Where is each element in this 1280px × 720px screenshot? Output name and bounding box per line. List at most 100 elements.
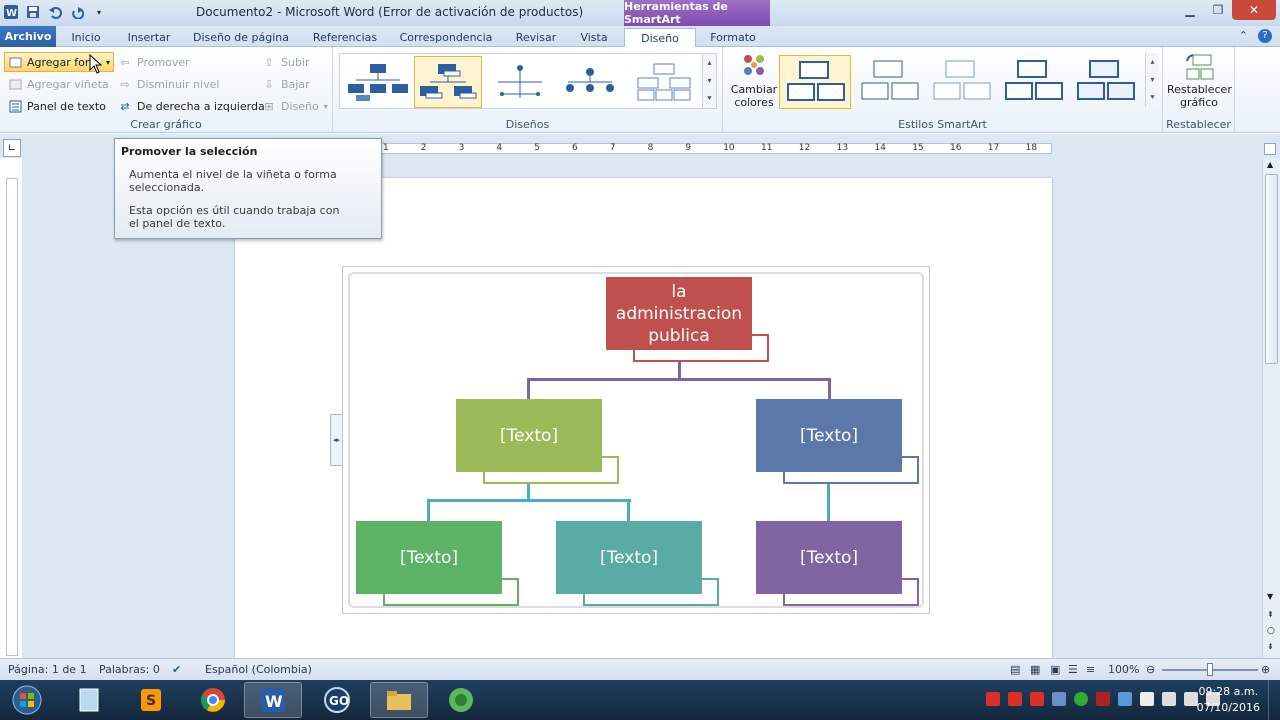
taskbar-explorer-app[interactable]	[370, 682, 428, 718]
taskbar-recorder-app[interactable]: GO	[308, 682, 366, 718]
chevron-up-icon[interactable]: ▴	[1150, 57, 1154, 66]
draft-view-icon[interactable]: ≡	[1086, 663, 1095, 676]
tab-view[interactable]: Vista	[574, 28, 614, 47]
zoom-level[interactable]: 100%	[1108, 663, 1139, 676]
flag-icon[interactable]	[1140, 692, 1154, 706]
vertical-scrollbar[interactable]: ▲ ▼ ⇞ ○ ⇟	[1262, 158, 1280, 658]
tab-references[interactable]: Referencias	[308, 28, 382, 47]
taskbar-camtasia-app[interactable]	[432, 682, 490, 718]
network-icon[interactable]	[1052, 692, 1066, 706]
text-pane-button[interactable]: Panel de texto	[8, 96, 106, 116]
outline-view-icon[interactable]: ☰	[1068, 663, 1078, 676]
tab-review[interactable]: Revisar	[510, 28, 562, 47]
vertical-ruler[interactable]	[6, 178, 18, 656]
taskbar-notes-app[interactable]	[60, 682, 118, 718]
print-layout-view-icon[interactable]: ▤	[1010, 663, 1020, 676]
chevron-down-icon[interactable]: ▾	[1150, 75, 1154, 84]
device-icon[interactable]	[1118, 692, 1132, 706]
word-count[interactable]: Palabras: 0	[99, 663, 160, 676]
styles-gallery-scroll[interactable]: ▴ ▾ ⯆	[1145, 53, 1159, 107]
browse-object-icon[interactable]: ○	[1267, 626, 1275, 636]
acrobat-icon[interactable]	[986, 692, 1000, 706]
smartart-node[interactable]: [Texto]	[456, 399, 602, 472]
taskbar-chrome-app[interactable]	[184, 682, 242, 718]
tab-page-layout[interactable]: Diseño de página	[190, 28, 292, 47]
tab-mailings[interactable]: Correspondencia	[396, 28, 496, 47]
tab-format[interactable]: Formato	[700, 28, 766, 47]
add-bullet-button[interactable]: Agregar viñeta	[8, 74, 109, 94]
smartart-node[interactable]: [Texto]	[356, 521, 502, 594]
taskbar-clock[interactable]: 09:28 a.m. 07/10/2016	[1197, 684, 1260, 716]
zoom-slider-thumb[interactable]	[1207, 663, 1213, 676]
style-option-subtle[interactable]	[925, 55, 997, 107]
tab-home[interactable]: Inicio	[64, 28, 108, 47]
more-options-icon[interactable]: ⯆	[1149, 93, 1155, 103]
layout-option-table-hierarchy[interactable]	[630, 56, 698, 108]
smartart-node[interactable]: [Texto]	[556, 521, 702, 594]
chevron-down-icon[interactable]: ▾	[707, 76, 711, 85]
redo-icon[interactable]	[68, 3, 86, 21]
demote-button[interactable]: ⇨ Disminuir nivel	[118, 74, 219, 94]
style-option-intense[interactable]	[1069, 55, 1141, 107]
more-options-icon[interactable]: ⯆	[706, 94, 712, 104]
tools-icon[interactable]	[1008, 692, 1022, 706]
style-option-moderate[interactable]	[997, 55, 1069, 107]
move-down-button[interactable]: ⇩ Bajar	[262, 74, 309, 94]
chevron-up-icon[interactable]: ▴	[707, 58, 711, 67]
right-to-left-button[interactable]: ⇄ De derecha a izquierda	[118, 96, 264, 116]
layout-option-org-chart[interactable]	[344, 56, 412, 108]
move-up-button[interactable]: ⇧ Subir	[262, 52, 309, 72]
close-icon[interactable]: ✕	[1232, 0, 1276, 20]
reset-graphic-icon	[1186, 54, 1214, 80]
layout-option-name-title-org[interactable]	[414, 56, 482, 108]
previous-page-icon[interactable]: ⇞	[1267, 610, 1274, 619]
smartart-node[interactable]: [Texto]	[756, 521, 902, 594]
security-icon[interactable]	[1096, 692, 1110, 706]
promote-button[interactable]: ⇦ Promover	[118, 52, 189, 72]
scroll-down-icon[interactable]: ▼	[1267, 592, 1273, 601]
help-icon[interactable]: ?	[1258, 29, 1272, 43]
antivirus-icon[interactable]	[1074, 692, 1088, 706]
taskbar-sublime-app[interactable]: S	[122, 682, 180, 718]
reset-graphic-button[interactable]: Restablecer gráfico	[1167, 51, 1232, 109]
language-indicator[interactable]: Español (Colombia)	[205, 663, 312, 676]
save-icon[interactable]	[24, 3, 42, 21]
zoom-out-icon[interactable]: ⊖	[1146, 663, 1155, 676]
restore-icon[interactable]: ❐	[1204, 0, 1232, 20]
style-option-simple[interactable]	[779, 55, 851, 109]
scrollbar-thumb[interactable]	[1265, 174, 1278, 364]
chevron-down-icon[interactable]: ▾	[106, 58, 110, 67]
next-page-icon[interactable]: ⇟	[1267, 642, 1274, 651]
word-app-icon[interactable]: W	[2, 3, 20, 21]
spellcheck-icon[interactable]: ✔	[172, 663, 181, 676]
smartart-node-root[interactable]: la administracion publica	[606, 277, 752, 350]
layout-option-circle-hierarchy[interactable]	[486, 56, 554, 108]
taskbar-word-app[interactable]: W	[244, 682, 302, 718]
full-screen-view-icon[interactable]: ▦	[1030, 663, 1040, 676]
page-count[interactable]: Página: 1 de 1	[8, 663, 87, 676]
start-button[interactable]	[4, 682, 50, 718]
undo-icon[interactable]	[46, 3, 64, 21]
show-desktop-button[interactable]	[1268, 680, 1280, 720]
tab-design[interactable]: Diseño	[624, 28, 696, 48]
minimize-ribbon-icon[interactable]: ⌃	[1239, 29, 1248, 43]
scroll-up-icon[interactable]: ▲	[1267, 160, 1273, 169]
ruler-view-toggle-icon[interactable]	[1264, 143, 1276, 155]
tab-file[interactable]: Archivo	[0, 26, 56, 47]
minimize-icon[interactable]: ▁	[1176, 0, 1204, 20]
layout-option-labeled-hierarchy[interactable]	[556, 56, 624, 108]
smartart-node[interactable]: [Texto]	[756, 399, 902, 472]
ruler-number: 11	[761, 143, 773, 153]
zoom-in-icon[interactable]: ⊕	[1261, 663, 1270, 676]
pdf-icon[interactable]	[1030, 692, 1044, 706]
tab-stop-selector[interactable]: ∟	[3, 139, 21, 157]
display-icon[interactable]	[1162, 692, 1176, 706]
text-pane-toggle[interactable]: ◂▸	[330, 414, 342, 466]
customize-qat-icon[interactable]: ▾	[90, 3, 108, 21]
layout-dropdown-button[interactable]: ⊞ Diseño ▾	[262, 96, 327, 116]
web-layout-view-icon[interactable]: ▣	[1050, 663, 1060, 676]
tab-insert[interactable]: Insertar	[122, 28, 176, 47]
style-option-white-outline[interactable]	[853, 55, 925, 107]
layouts-gallery-scroll[interactable]: ▴ ▾ ⯆	[702, 54, 716, 108]
change-colors-button[interactable]: Cambiar colores	[729, 51, 779, 109]
